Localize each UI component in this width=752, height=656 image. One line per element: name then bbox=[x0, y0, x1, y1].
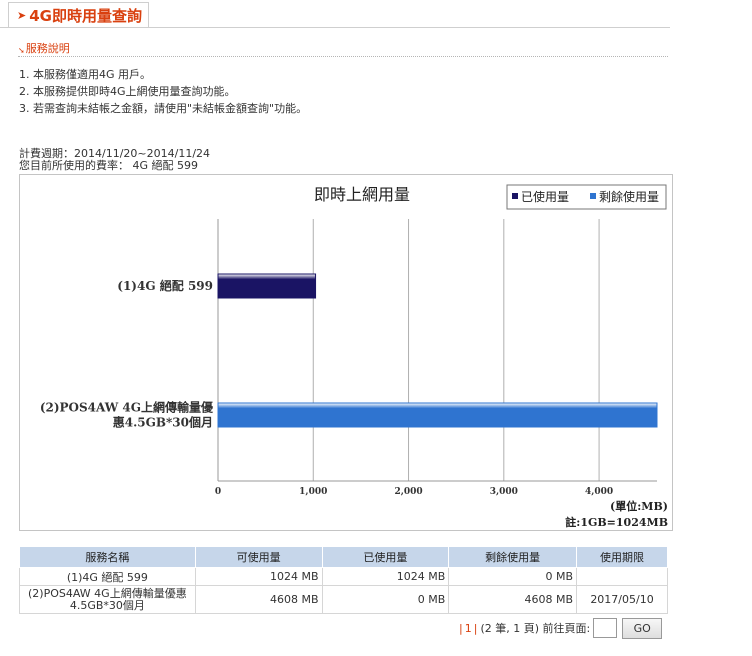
cell-used: 0 MB bbox=[321, 585, 450, 614]
x-tick-label: 4,000 bbox=[585, 487, 613, 497]
arrow-right-icon: ➤ bbox=[17, 9, 27, 22]
legend-label: 剩餘使用量 bbox=[599, 189, 659, 204]
cell-expiry: 2017/05/10 bbox=[576, 585, 668, 614]
header-available: 可使用量 bbox=[194, 546, 323, 568]
legend-swatch bbox=[590, 193, 596, 199]
table-row: (2)POS4AW 4G上網傳輸量優惠4.5GB*30個月 4608 MB 0 … bbox=[19, 585, 668, 614]
cell-available: 1024 MB bbox=[194, 567, 323, 586]
table-row: (1)4G 絕配 599 1024 MB 1024 MB 0 MB bbox=[19, 567, 668, 586]
page-number-input[interactable] bbox=[593, 618, 618, 638]
usage-chart: 0 1,000 2,000 3,000 4,000 (1)4G 絕配 599 (2)POS4… bbox=[19, 174, 673, 531]
note-item: 1. 本服務僅適用4G 用戶。 bbox=[19, 68, 152, 81]
pager-separator: | bbox=[473, 621, 478, 635]
header-divider bbox=[0, 27, 670, 28]
header-remaining: 剩餘使用量 bbox=[448, 546, 578, 568]
x-tick-label: 1,000 bbox=[299, 487, 327, 497]
chart-title: 即時上網用量 bbox=[314, 185, 410, 204]
header-expiry: 使用期限 bbox=[576, 546, 668, 568]
header-service-name: 服務名稱 bbox=[19, 546, 196, 568]
pagination: | 1 | (2 筆, 1 頁) 前往頁面: GO bbox=[459, 617, 663, 639]
cell-remaining: 0 MB bbox=[448, 567, 578, 586]
cell-service-name: (1)4G 絕配 599 bbox=[19, 567, 196, 586]
usage-table: 服務名稱 可使用量 已使用量 剩餘使用量 使用期限 (1)4G 絕配 599 1… bbox=[19, 546, 668, 614]
pager-separator: | bbox=[459, 621, 463, 635]
cell-expiry bbox=[576, 567, 668, 586]
cell-service-name: (2)POS4AW 4G上網傳輸量優惠4.5GB*30個月 bbox=[19, 585, 196, 614]
note-item: 3. 若需查詢未結帳之金額，請使用"未結帳金額查詢"功能。 bbox=[19, 102, 308, 115]
header-used: 已使用量 bbox=[321, 546, 450, 568]
category-label: (1)4G 絕配 599 bbox=[117, 278, 213, 293]
category-label: 惠4.5GB*30個月 bbox=[113, 415, 213, 430]
page-title-tab: ➤ 4G即時用量查詢 bbox=[8, 2, 149, 28]
bar-remaining bbox=[217, 402, 658, 428]
table-header-row: 服務名稱 可使用量 已使用量 剩餘使用量 使用期限 bbox=[19, 546, 668, 568]
unit-note: 註:1GB=1024MB bbox=[565, 515, 668, 529]
service-notes: 1. 本服務僅適用4G 用戶。 2. 本服務提供即時4G上網使用量查詢功能。 3… bbox=[19, 66, 679, 117]
service-info-title: 服務說明 bbox=[25, 42, 70, 55]
pager-current-page[interactable]: 1 bbox=[465, 622, 472, 635]
go-button[interactable]: GO bbox=[622, 617, 663, 639]
billing-plan: 您目前所使用的費率： 4G 絕配 599 bbox=[19, 159, 199, 172]
billing-info: 計費週期：2014/11/20~2014/11/24 您目前所使用的費率： 4G… bbox=[19, 148, 679, 172]
x-tick-label: 2,000 bbox=[394, 487, 422, 497]
legend-label: 已使用量 bbox=[521, 189, 569, 204]
arrow-down-right-icon: ➘ bbox=[18, 46, 25, 55]
page-header: ➤ 4G即時用量查詢 bbox=[0, 0, 670, 28]
bar-used bbox=[217, 273, 317, 299]
x-tick-label: 0 bbox=[215, 487, 221, 497]
x-tick-label: 3,000 bbox=[490, 487, 518, 497]
unit-label: (單位:MB) bbox=[610, 499, 668, 513]
category-label: (2)POS4AW 4G上網傳輸量優 bbox=[40, 400, 214, 415]
note-item: 2. 本服務提供即時4G上網使用量查詢功能。 bbox=[19, 85, 236, 98]
page-title: 4G即時用量查詢 bbox=[29, 7, 142, 25]
usage-chart-svg: 0 1,000 2,000 3,000 4,000 (1)4G 絕配 599 (2)POS4… bbox=[40, 184, 668, 529]
service-info-heading: ➘ 服務說明 bbox=[18, 42, 668, 57]
cell-available: 4608 MB bbox=[194, 585, 323, 614]
pager-summary: (2 筆, 1 頁) 前往頁面: bbox=[480, 622, 591, 635]
cell-remaining: 4608 MB bbox=[448, 585, 578, 614]
cell-used: 1024 MB bbox=[321, 567, 450, 586]
legend-swatch bbox=[512, 193, 518, 199]
